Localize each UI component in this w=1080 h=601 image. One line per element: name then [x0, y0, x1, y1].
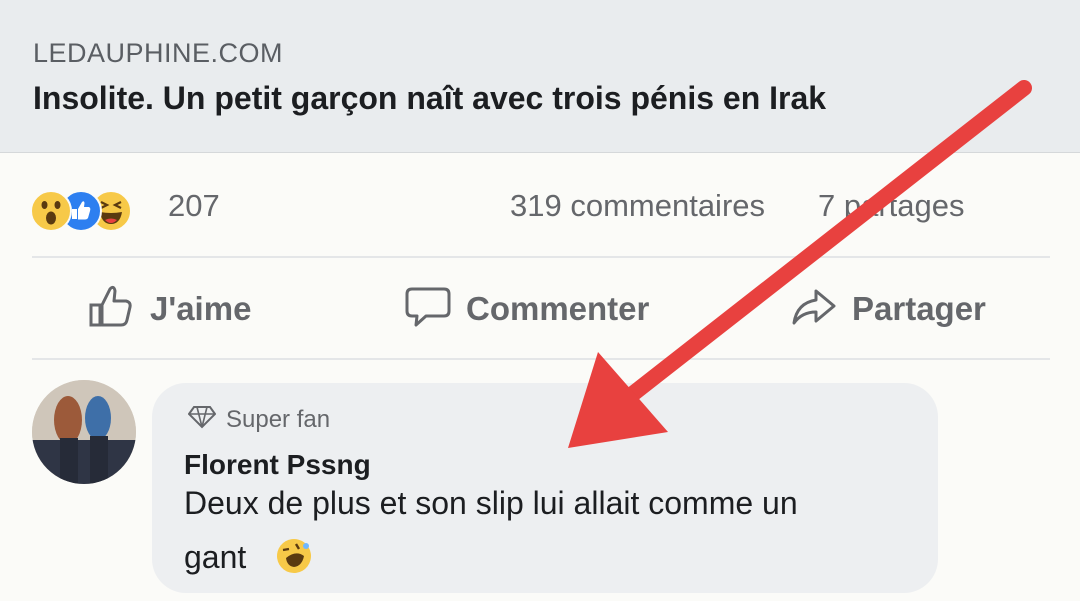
like-button[interactable]: J'aime: [88, 284, 251, 334]
share-icon: [790, 283, 838, 336]
diamond-icon: [187, 405, 217, 434]
comment-bubble: Super fan Florent Pssng Deux de plus et …: [152, 383, 938, 593]
link-domain: LEDAUPHINE.COM: [33, 38, 284, 68]
super-fan-badge: Super fan: [187, 405, 331, 434]
comment-author[interactable]: Florent Pssng: [184, 449, 371, 481]
reaction-count[interactable]: 207: [168, 188, 220, 224]
comment-icon: [404, 283, 452, 336]
badge-label: Super fan: [226, 405, 331, 433]
post-actions: J'aime Commenter Partager: [0, 270, 1080, 350]
link-preview[interactable]: LEDAUPHINE.COM Insolite. Un petit garçon…: [0, 0, 1080, 153]
rofl-emoji-icon: [274, 536, 314, 576]
comment-label: Commenter: [466, 290, 650, 327]
post-stats: 207 319 commentaires 7 partages: [0, 180, 1080, 236]
reactions-summary[interactable]: [30, 184, 160, 232]
wow-reaction-icon: [30, 190, 72, 232]
divider: [32, 256, 1050, 258]
thumbs-up-icon: [88, 283, 136, 336]
shares-count[interactable]: 7 partages: [818, 188, 965, 224]
share-label: Partager: [852, 290, 986, 327]
comment-button[interactable]: Commenter: [404, 284, 649, 334]
comment-text-line-1: Deux de plus et son slip lui allait comm…: [184, 485, 798, 521]
share-button[interactable]: Partager: [790, 284, 986, 334]
link-title[interactable]: Insolite. Un petit garçon naît avec troi…: [33, 80, 826, 117]
like-label: J'aime: [150, 290, 252, 327]
divider: [32, 358, 1050, 360]
avatar[interactable]: [32, 380, 136, 484]
comment-text-line-2: gant: [184, 539, 247, 575]
comments-count[interactable]: 319 commentaires: [510, 188, 765, 224]
